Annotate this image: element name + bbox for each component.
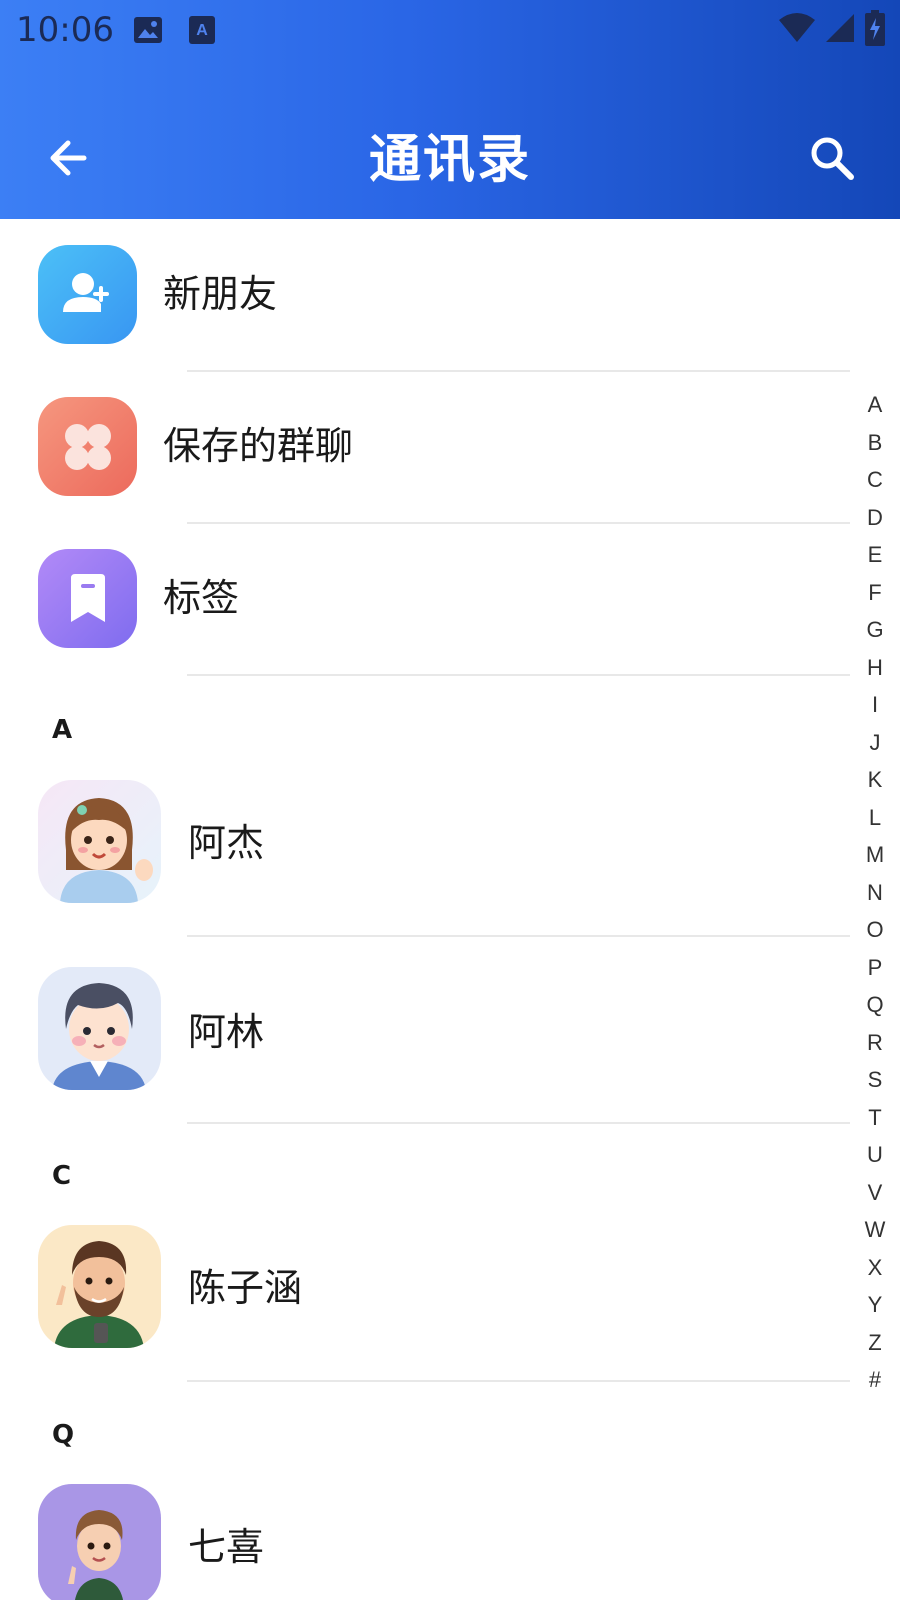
- alphabet-index-letter[interactable]: U: [867, 1136, 883, 1174]
- alphabet-index-letter[interactable]: H: [867, 649, 883, 687]
- saved-groups-row[interactable]: 保存的群聊: [0, 371, 850, 523]
- alphabet-index-letter[interactable]: M: [866, 836, 884, 874]
- status-bar: 10:06 A: [0, 0, 900, 62]
- alphabet-index-letter[interactable]: F: [868, 574, 881, 612]
- contact-row[interactable]: 阿林: [0, 937, 850, 1122]
- alphabet-index-letter[interactable]: P: [868, 949, 883, 987]
- divider: [187, 674, 850, 676]
- alphabet-index-letter[interactable]: E: [868, 536, 883, 574]
- saved-groups-label: 保存的群聊: [163, 424, 354, 468]
- tags-row[interactable]: 标签: [0, 523, 850, 675]
- add-person-icon: [38, 245, 137, 344]
- alphabet-index-letter[interactable]: W: [865, 1211, 886, 1249]
- divider: [187, 1380, 850, 1382]
- tags-label: 标签: [163, 576, 240, 620]
- contact-name: 阿林: [188, 1010, 265, 1054]
- alphabet-index-letter[interactable]: X: [868, 1249, 883, 1287]
- alphabet-index-letter[interactable]: G: [866, 611, 883, 649]
- new-friends-label: 新朋友: [163, 272, 278, 316]
- group-chat-icon: [38, 397, 137, 496]
- battery-charging-icon: [864, 10, 886, 50]
- app-bar: 通讯录: [0, 100, 900, 220]
- alphabet-index[interactable]: A B C D E F G H I J K L M N O P Q R S T U V W X Y Z #: [860, 386, 890, 1399]
- section-header-q: Q: [52, 1420, 75, 1450]
- alphabet-index-letter[interactable]: N: [867, 874, 883, 912]
- image-icon: [132, 14, 164, 46]
- boy-purple-avatar: [38, 1484, 161, 1600]
- search-icon: [809, 135, 855, 185]
- signal-icon: [824, 12, 856, 48]
- contact-name: 阿杰: [188, 821, 265, 865]
- alphabet-index-letter[interactable]: A: [868, 386, 883, 424]
- contact-row[interactable]: 陈子涵: [0, 1215, 850, 1375]
- section-header-c: C: [52, 1161, 72, 1191]
- tag-icon: [38, 549, 137, 648]
- contact-name: 七喜: [188, 1525, 265, 1569]
- section-header-a: A: [52, 715, 73, 745]
- status-time: 10:06: [16, 10, 114, 50]
- alphabet-index-letter[interactable]: Y: [868, 1286, 883, 1324]
- alphabet-index-letter[interactable]: L: [869, 799, 881, 837]
- alphabet-index-letter[interactable]: B: [868, 424, 883, 462]
- wifi-icon: [778, 12, 816, 48]
- alphabet-index-letter[interactable]: D: [867, 499, 883, 537]
- top-header: 10:06 A 通讯录: [0, 0, 900, 219]
- svg-text:A: A: [196, 22, 208, 39]
- new-friends-row[interactable]: 新朋友: [0, 219, 850, 371]
- alphabet-index-letter[interactable]: R: [867, 1024, 883, 1062]
- alphabet-index-letter[interactable]: Z: [868, 1324, 881, 1362]
- alphabet-index-letter[interactable]: S: [868, 1061, 883, 1099]
- contact-name: 陈子涵: [188, 1266, 303, 1310]
- alphabet-index-letter[interactable]: K: [868, 761, 883, 799]
- alphabet-index-letter[interactable]: O: [866, 911, 883, 949]
- status-icons: [778, 10, 886, 50]
- page-title: 通讯录: [368, 130, 531, 190]
- girl-avatar: [38, 780, 161, 903]
- alphabet-index-letter[interactable]: T: [868, 1099, 881, 1137]
- alphabet-index-letter[interactable]: J: [870, 724, 881, 762]
- contact-row[interactable]: 阿杰: [0, 770, 850, 930]
- alphabet-index-letter[interactable]: #: [869, 1361, 881, 1399]
- alphabet-index-letter[interactable]: I: [872, 686, 878, 724]
- alphabet-index-letter[interactable]: Q: [866, 986, 883, 1024]
- keyboard-a-icon: A: [186, 14, 218, 46]
- bearded-man-avatar: [38, 1225, 161, 1348]
- alphabet-index-letter[interactable]: V: [868, 1174, 883, 1212]
- contact-row[interactable]: 七喜: [0, 1474, 850, 1600]
- alphabet-index-letter[interactable]: C: [867, 461, 883, 499]
- boy-avatar: [38, 967, 161, 1090]
- search-button[interactable]: [804, 132, 860, 188]
- divider: [187, 1122, 850, 1124]
